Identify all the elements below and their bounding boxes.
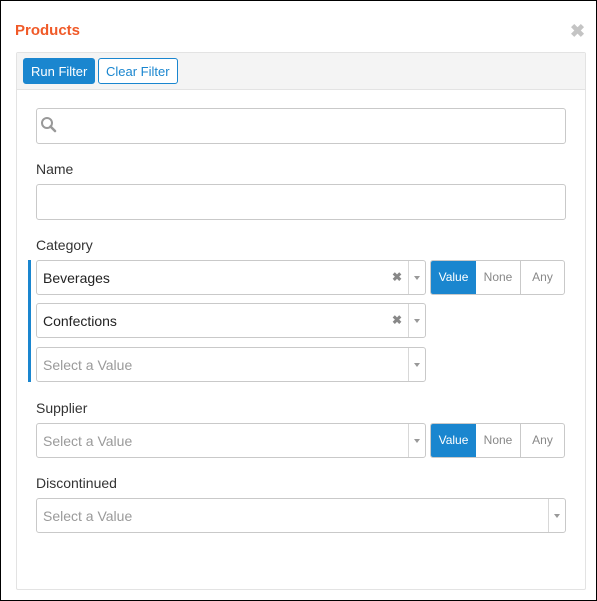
chevron-down-icon[interactable] [408, 348, 425, 381]
search-input[interactable] [36, 108, 566, 144]
clear-icon[interactable]: ✖ [392, 270, 402, 284]
category-mode-toggle: Value None Any [430, 260, 565, 295]
chevron-down-icon[interactable] [408, 261, 425, 294]
supplier-mode-toggle: Value None Any [430, 423, 565, 458]
products-filter-dialog: Products ✖ Run Filter Clear Filter Name … [0, 0, 597, 601]
mode-value-button[interactable]: Value [431, 261, 476, 294]
name-label: Name [36, 161, 74, 177]
dialog-title: Products [15, 22, 81, 39]
mode-none-button[interactable]: None [476, 424, 521, 457]
search-icon [41, 117, 57, 133]
category-select-2[interactable]: Confections ✖ [36, 303, 426, 338]
mode-none-button[interactable]: None [476, 261, 521, 294]
supplier-placeholder: Select a Value [43, 433, 133, 449]
supplier-select[interactable]: Select a Value [36, 423, 426, 458]
discontinued-label: Discontinued [36, 475, 117, 491]
chevron-down-icon[interactable] [408, 304, 425, 337]
discontinued-select[interactable]: Select a Value [36, 498, 566, 533]
filter-toolbar: Run Filter Clear Filter [17, 53, 585, 90]
mode-value-button[interactable]: Value [431, 424, 476, 457]
name-input[interactable] [36, 184, 566, 220]
clear-icon[interactable]: ✖ [392, 313, 402, 327]
mode-any-button[interactable]: Any [521, 261, 564, 294]
mode-any-button[interactable]: Any [521, 424, 564, 457]
clear-filter-button[interactable]: Clear Filter [98, 58, 178, 84]
supplier-label: Supplier [36, 400, 88, 416]
category-value: Confections [43, 313, 117, 329]
discontinued-placeholder: Select a Value [43, 508, 133, 524]
chevron-down-icon[interactable] [548, 499, 565, 532]
category-value: Beverages [43, 270, 110, 286]
close-icon[interactable]: ✖ [570, 22, 586, 40]
category-active-indicator [28, 260, 31, 382]
chevron-down-icon[interactable] [408, 424, 425, 457]
category-label: Category [36, 237, 93, 253]
category-select-1[interactable]: Beverages ✖ [36, 260, 426, 295]
run-filter-button[interactable]: Run Filter [23, 58, 96, 84]
category-select-new[interactable]: Select a Value [36, 347, 426, 382]
filter-panel: Run Filter Clear Filter Name Category Be… [16, 52, 586, 590]
category-placeholder: Select a Value [43, 357, 133, 373]
